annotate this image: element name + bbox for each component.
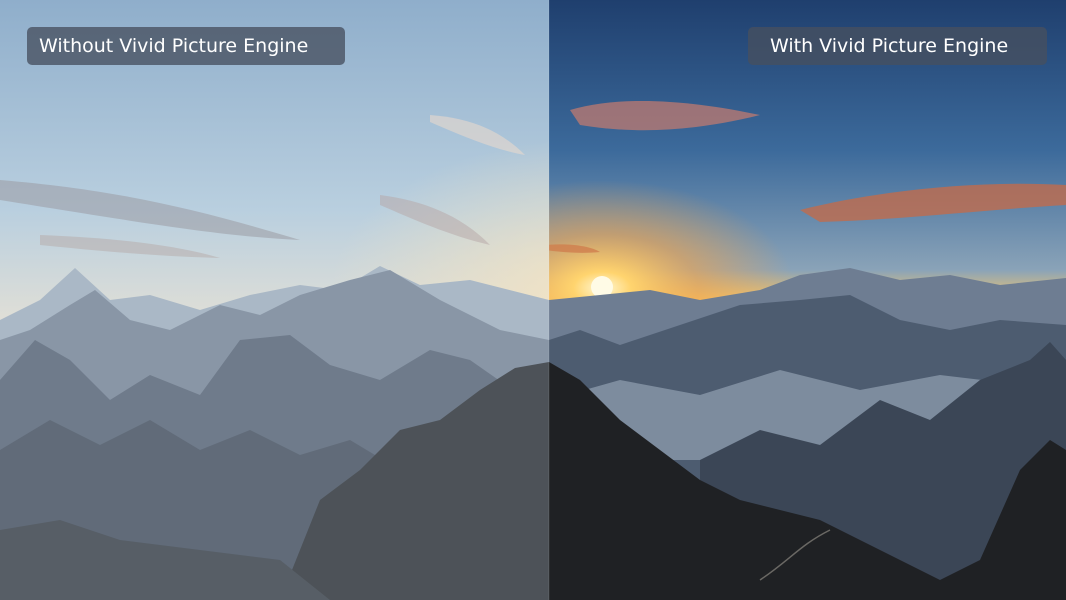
with-engine-label: With Vivid Picture Engine bbox=[748, 27, 1047, 65]
with-engine-panel bbox=[549, 0, 1066, 600]
mountain-scene-vivid bbox=[549, 0, 1066, 600]
mountain-scene-flat bbox=[0, 0, 549, 600]
without-engine-panel bbox=[0, 0, 549, 600]
comparison-image: Without Vivid Picture Engine With Vivid … bbox=[0, 0, 1066, 600]
without-engine-label: Without Vivid Picture Engine bbox=[27, 27, 345, 65]
split-divider bbox=[548, 0, 550, 600]
